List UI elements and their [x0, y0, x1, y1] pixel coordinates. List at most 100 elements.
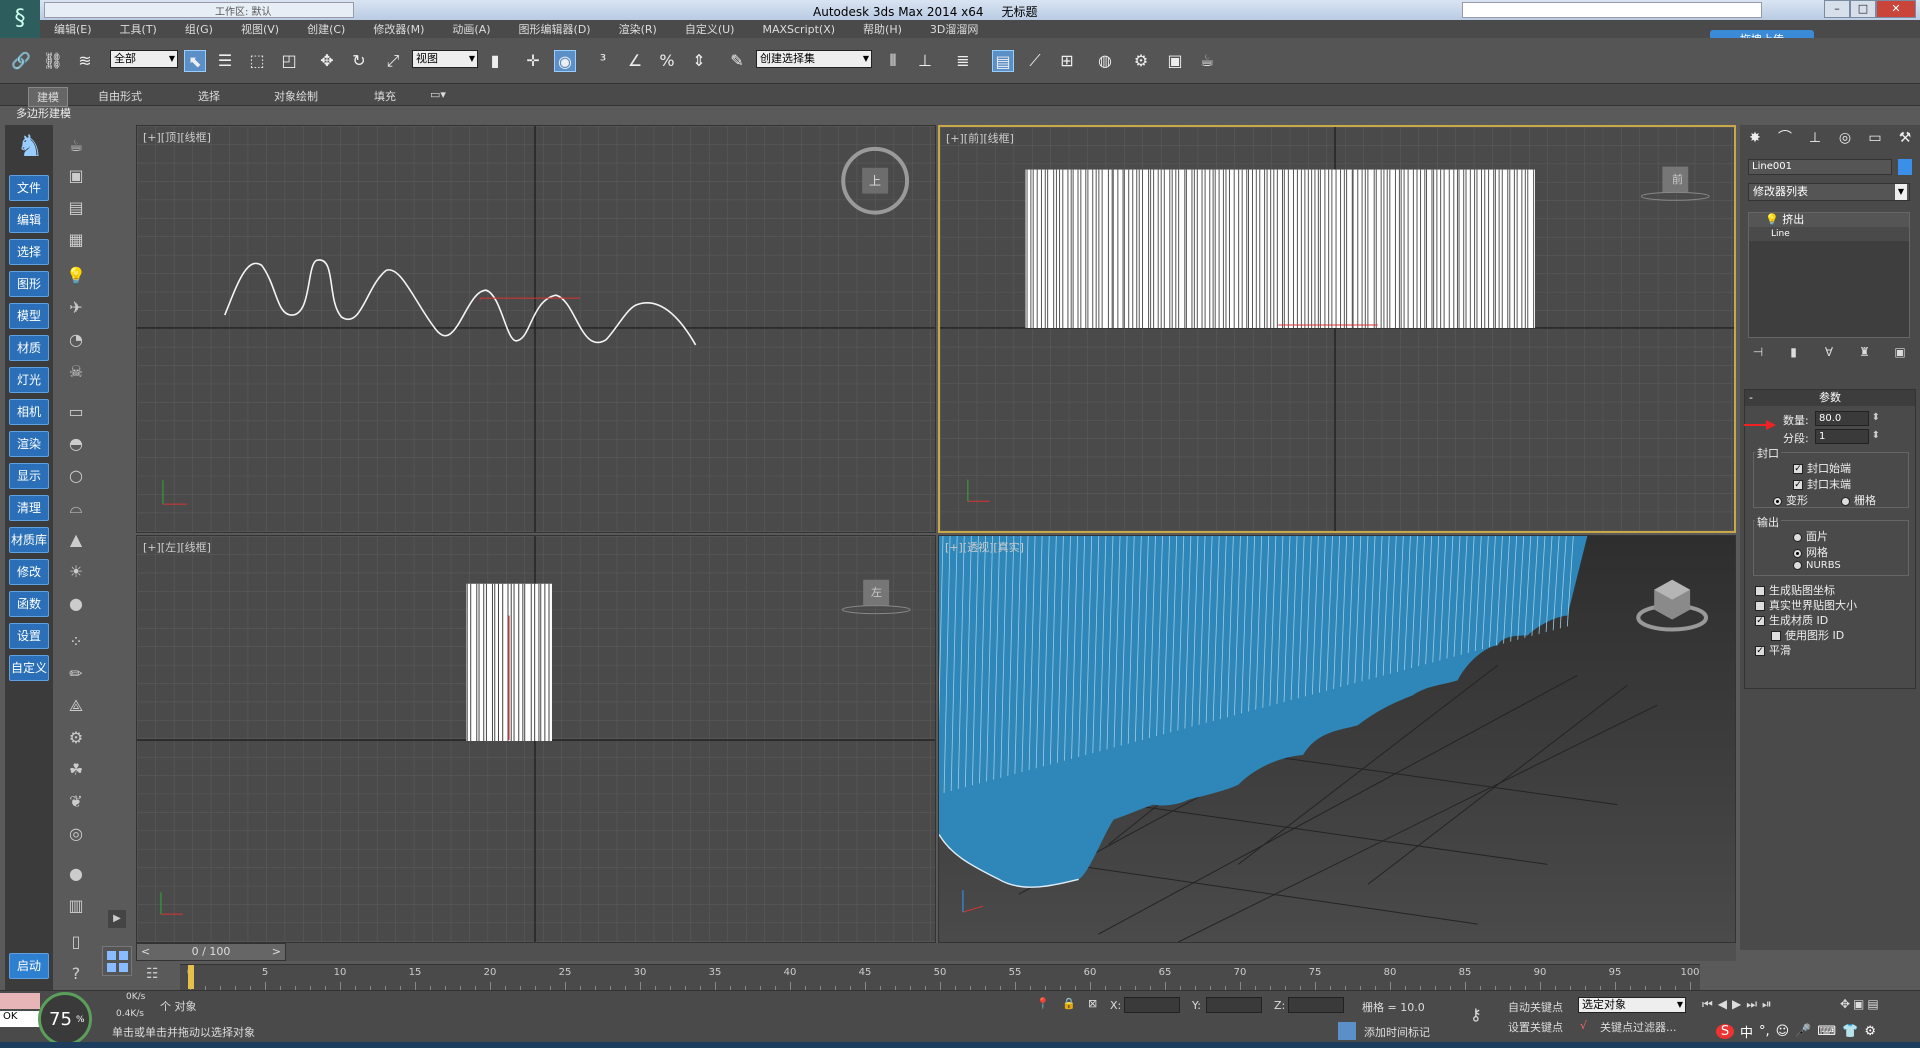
angle-snap-icon[interactable]: ∠	[624, 50, 646, 72]
add-time-tag[interactable]: 添加时间标记	[1364, 1024, 1430, 1040]
light-bulb-icon[interactable]: 💡	[1765, 213, 1779, 226]
sun-icon[interactable]: ☀	[64, 560, 88, 584]
smooth-checkbox[interactable]: ✓ 平滑	[1755, 642, 1791, 658]
select-manipulate-icon[interactable]: ✛	[522, 50, 544, 72]
render-icon[interactable]: ▣	[64, 164, 88, 188]
expand-panel-arrow-icon[interactable]: ▶	[108, 910, 126, 928]
viewport-persp-label[interactable]: [+][透视][真实]	[945, 539, 1024, 555]
nav-render[interactable]: 渲染	[9, 431, 49, 457]
percent-snap-icon[interactable]: %	[656, 50, 678, 72]
motion-tab-icon[interactable]: ◎	[1834, 127, 1856, 149]
prev-frame-arrow-icon[interactable]: <	[141, 944, 150, 960]
sogou-icon[interactable]: S	[1716, 1023, 1734, 1039]
ime-settings-icon[interactable]: ⚙	[1864, 1024, 1876, 1039]
nav-function[interactable]: 函数	[9, 591, 49, 617]
nav-clean[interactable]: 清理	[9, 495, 49, 521]
nav-display[interactable]: 显示	[9, 463, 49, 489]
scale-icon[interactable]: ⤢	[382, 50, 404, 72]
ime-chinese-icon[interactable]: 中	[1740, 1022, 1753, 1041]
viewport-top-label[interactable]: [+][顶][线框]	[143, 129, 211, 145]
ime-emoji-icon[interactable]: ☺	[1776, 1024, 1790, 1039]
show-end-result-icon[interactable]: ▮	[1784, 345, 1804, 363]
nav-camera[interactable]: 相机	[9, 399, 49, 425]
menu-customize[interactable]: 自定义(U)	[685, 21, 735, 37]
track-bar[interactable]: 0510152025303540455055606570758085909510…	[180, 964, 1700, 990]
speaker-icon[interactable]: ◔	[64, 328, 88, 352]
paint-icon[interactable]: ✏	[64, 662, 88, 686]
viewport-layout-icon[interactable]	[102, 946, 132, 976]
nav-material-lib[interactable]: 材质库	[9, 527, 49, 553]
close-button[interactable]: ✕	[1876, 0, 1916, 18]
menu-3d66[interactable]: 3D溜溜网	[930, 21, 978, 37]
menu-help[interactable]: 帮助(H)	[863, 21, 902, 37]
render-setup-icon[interactable]: ⚙	[1130, 50, 1152, 72]
box-icon[interactable]: ▭	[64, 400, 88, 424]
teapot-icon[interactable]: ☕	[64, 134, 88, 158]
key-mode-combo[interactable]: 选定对象	[1578, 997, 1686, 1013]
unlink-icon[interactable]: ⛓	[42, 50, 64, 72]
render-teapot-icon[interactable]: ☕	[1196, 50, 1218, 72]
menu-animation[interactable]: 动画(A)	[452, 21, 490, 37]
set-key-button[interactable]: 设置关键点	[1508, 1019, 1563, 1035]
z-coord-field[interactable]	[1288, 997, 1344, 1013]
tripod-icon[interactable]: ⟁	[64, 694, 88, 718]
disc-icon[interactable]: ●	[64, 592, 88, 616]
infocenter-search[interactable]	[1462, 2, 1762, 18]
object-name-field[interactable]: Line001	[1748, 159, 1892, 175]
key-filters-button[interactable]: 关键点过滤器...	[1600, 1019, 1677, 1035]
viewport-nav-controls[interactable]: ✥▣▤	[1840, 997, 1882, 1011]
cap-end-checkbox[interactable]: ✓ 封口末端	[1793, 476, 1851, 492]
menu-group[interactable]: 组(G)	[185, 21, 213, 37]
mesh-radio[interactable]: 网格	[1793, 544, 1828, 560]
ribbon-options-dropdown[interactable]: ▭▾	[422, 87, 454, 102]
nav-file[interactable]: 文件	[9, 175, 49, 201]
viewcube-left[interactable]: 左	[871, 584, 882, 600]
app-menu-button[interactable]: §	[0, 0, 40, 38]
next-frame-arrow-icon[interactable]: >	[272, 944, 281, 960]
object-color-swatch[interactable]	[1898, 159, 1912, 175]
list-icon[interactable]: ▤	[64, 196, 88, 220]
segments-spinner[interactable]: 1	[1815, 429, 1880, 444]
nav-edit[interactable]: 编辑	[9, 207, 49, 233]
pin-stack-icon[interactable]: ⊣	[1748, 345, 1768, 363]
menu-modifiers[interactable]: 修改器(M)	[373, 21, 424, 37]
material-editor-icon[interactable]: ◍	[1094, 50, 1116, 72]
patch-radio[interactable]: 面片	[1793, 528, 1828, 544]
layer-manager-icon[interactable]: ≣	[952, 50, 974, 72]
quick-access-toolbar[interactable]: 工作区: 默认	[44, 2, 354, 18]
viewport-left[interactable]: [+][左][线框] 左	[136, 535, 936, 943]
nav-custom[interactable]: 自定义	[9, 655, 49, 681]
time-tag-icon[interactable]	[1338, 1022, 1356, 1040]
curve-editor-icon[interactable]: ⟋	[1024, 50, 1046, 72]
ime-keyboard-icon[interactable]: ⌨	[1817, 1024, 1836, 1039]
modifier-list-combo[interactable]: 修改器列表	[1748, 183, 1910, 201]
selection-filter-combo[interactable]: 全部	[110, 50, 178, 68]
keyboard-shortcut-override-icon[interactable]: ◉	[554, 50, 576, 72]
tab-freeform[interactable]: 自由形式	[90, 87, 150, 105]
start-button[interactable]: 启动	[9, 953, 49, 979]
ime-mic-icon[interactable]: 🎤	[1795, 1024, 1811, 1039]
cap-start-checkbox[interactable]: ✓ 封口始端	[1793, 460, 1851, 476]
utilities-tab-icon[interactable]: ⚒	[1894, 127, 1916, 149]
tab-selection[interactable]: 选择	[190, 87, 228, 105]
spray-icon[interactable]: ✈	[64, 296, 88, 320]
pivot-icon[interactable]: ▮	[484, 50, 506, 72]
help-icon[interactable]: ?	[64, 962, 88, 986]
use-shape-ids-checkbox[interactable]: 使用图形 ID	[1771, 627, 1844, 643]
menu-tools[interactable]: 工具(T)	[120, 21, 157, 37]
maxscript-listener-mini[interactable]	[0, 993, 40, 1009]
amount-spinner[interactable]: 80.0	[1815, 411, 1880, 426]
minimize-button[interactable]: –	[1824, 0, 1850, 18]
maximize-button[interactable]: □	[1850, 0, 1876, 18]
nav-settings[interactable]: 设置	[9, 623, 49, 649]
track-bar-toggle-icon[interactable]: ☷	[146, 966, 170, 988]
mirror-icon[interactable]: ⫴	[882, 50, 904, 72]
tab-modeling[interactable]: 建模	[28, 87, 68, 107]
key-filter-icon[interactable]: √	[1580, 1019, 1587, 1032]
nav-select[interactable]: 选择	[9, 239, 49, 265]
modify-tab-icon[interactable]: ⌒	[1774, 127, 1796, 149]
device-icon[interactable]: ▯	[64, 930, 88, 954]
morph-radio[interactable]: 变形	[1773, 492, 1808, 508]
hierarchy-tab-icon[interactable]: ⊥	[1804, 127, 1826, 149]
gen-map-coords-checkbox[interactable]: 生成贴图坐标	[1755, 582, 1835, 598]
